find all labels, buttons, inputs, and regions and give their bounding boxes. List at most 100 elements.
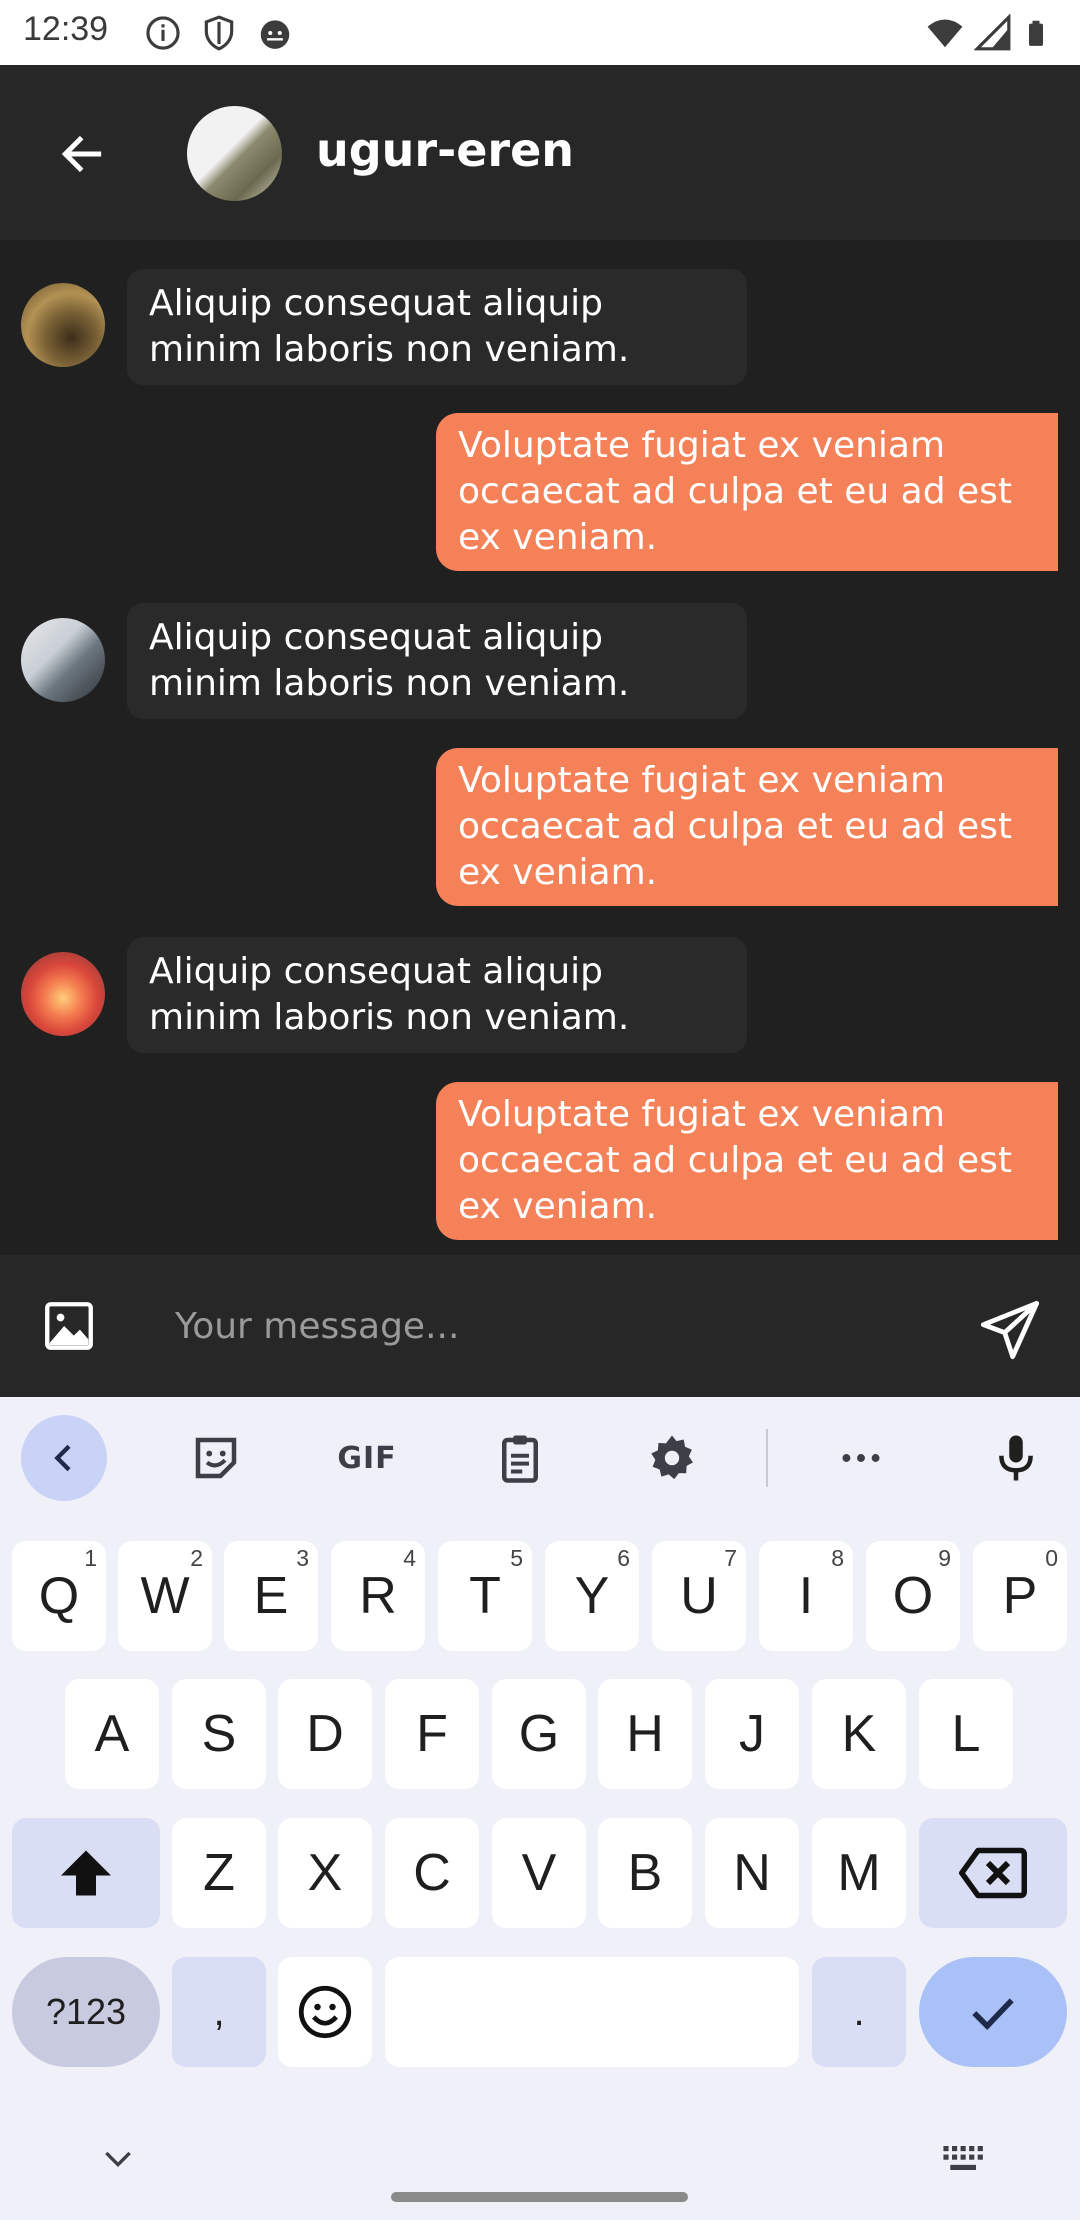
outgoing-message[interactable]: Voluptate fugiat ex veniam occaecat ad c… xyxy=(436,1082,1058,1240)
comma-key[interactable]: , xyxy=(172,1957,266,2067)
chevron-down-icon xyxy=(105,2151,131,2168)
key-label: O xyxy=(892,1567,934,1625)
key-r[interactable]: R4 xyxy=(331,1541,425,1651)
sender-avatar[interactable] xyxy=(21,952,105,1036)
app-bar: ugur-eren xyxy=(0,65,1080,240)
image-icon xyxy=(45,1302,93,1350)
toolbar-divider xyxy=(766,1429,768,1487)
status-bar: 12:39 xyxy=(0,0,1080,65)
key-v[interactable]: V xyxy=(492,1818,586,1928)
contact-name[interactable]: ugur-eren xyxy=(316,123,574,177)
mic-icon xyxy=(999,1435,1033,1481)
gif-button[interactable]: GIF xyxy=(324,1415,410,1501)
switch-keyboard-button[interactable] xyxy=(940,2138,988,2178)
shift-icon xyxy=(61,1850,111,1896)
key-m[interactable]: M xyxy=(812,1818,906,1928)
key-label: R xyxy=(359,1567,397,1625)
incoming-message[interactable]: Aliquip consequat aliquip minim laboris … xyxy=(127,269,747,385)
key-z[interactable]: Z xyxy=(172,1818,266,1928)
backspace-icon xyxy=(959,1847,1027,1899)
hide-keyboard-button[interactable] xyxy=(98,2138,138,2178)
keyboard-collapse-button[interactable] xyxy=(21,1415,107,1501)
voice-input-button[interactable] xyxy=(973,1415,1059,1501)
key-hint: 0 xyxy=(1045,1545,1058,1571)
key-hint: 3 xyxy=(296,1545,309,1571)
sender-avatar[interactable] xyxy=(21,618,105,702)
incoming-message[interactable]: Aliquip consequat aliquip minim laboris … xyxy=(127,603,747,719)
outgoing-message[interactable]: Voluptate fugiat ex veniam occaecat ad c… xyxy=(436,748,1058,906)
clipboard-icon xyxy=(502,1435,538,1483)
enter-key[interactable] xyxy=(919,1957,1067,2067)
key-a[interactable]: A xyxy=(65,1679,159,1789)
key-u[interactable]: U7 xyxy=(652,1541,746,1651)
key-g[interactable]: G xyxy=(492,1679,586,1789)
shift-key[interactable] xyxy=(12,1818,160,1928)
message-input[interactable] xyxy=(160,1285,920,1367)
key-w[interactable]: W2 xyxy=(118,1541,212,1651)
period-key[interactable]: . xyxy=(812,1957,906,2067)
key-label: U xyxy=(680,1567,718,1625)
key-t[interactable]: T5 xyxy=(438,1541,532,1651)
key-c[interactable]: C xyxy=(385,1818,479,1928)
key-hint: 5 xyxy=(510,1545,523,1571)
key-label: P xyxy=(1002,1567,1038,1625)
key-hint: 9 xyxy=(938,1545,951,1571)
header-avatar[interactable] xyxy=(187,106,282,201)
wifi-icon xyxy=(927,19,963,48)
gesture-handle[interactable] xyxy=(391,2192,688,2202)
key-j[interactable]: J xyxy=(705,1679,799,1789)
space-key[interactable] xyxy=(385,1957,799,2067)
keyboard-icon xyxy=(943,2146,983,2170)
symbols-key[interactable]: ?123 xyxy=(12,1957,160,2067)
attach-image-button[interactable] xyxy=(38,1295,100,1357)
back-button[interactable] xyxy=(50,122,114,186)
navigation-area xyxy=(0,2110,1080,2220)
key-label: T xyxy=(469,1567,501,1625)
status-icons-left xyxy=(144,14,294,52)
key-y[interactable]: Y6 xyxy=(545,1541,639,1651)
key-hint: 2 xyxy=(190,1545,203,1571)
key-p[interactable]: P0 xyxy=(973,1541,1067,1651)
incoming-message[interactable]: Aliquip consequat aliquip minim laboris … xyxy=(127,937,747,1053)
settings-icon xyxy=(651,1435,693,1480)
key-n[interactable]: N xyxy=(705,1818,799,1928)
key-hint: 6 xyxy=(617,1545,630,1571)
outgoing-message[interactable]: Voluptate fugiat ex veniam occaecat ad c… xyxy=(436,413,1058,571)
sticker-button[interactable] xyxy=(173,1415,259,1501)
emoji-key[interactable] xyxy=(278,1957,372,2067)
android-debug-icon xyxy=(260,20,290,49)
key-s[interactable]: S xyxy=(172,1679,266,1789)
keyboard-toolbar: GIF xyxy=(0,1397,1080,1517)
send-button[interactable] xyxy=(975,1295,1045,1365)
more-options-button[interactable] xyxy=(818,1415,904,1501)
key-hint: 8 xyxy=(831,1545,844,1571)
keyboard-settings-button[interactable] xyxy=(629,1415,715,1501)
key-label: W xyxy=(140,1567,190,1625)
key-l[interactable]: L xyxy=(919,1679,1013,1789)
chat-messages[interactable]: Aliquip consequat aliquip minim laboris … xyxy=(0,240,1080,1255)
backspace-key[interactable] xyxy=(919,1818,1067,1928)
key-k[interactable]: K xyxy=(812,1679,906,1789)
message-composer xyxy=(0,1255,1080,1397)
key-label: I xyxy=(798,1567,814,1625)
sender-avatar[interactable] xyxy=(21,283,105,367)
chevron-left-icon xyxy=(54,1444,71,1472)
key-i[interactable]: I8 xyxy=(759,1541,853,1651)
key-h[interactable]: H xyxy=(598,1679,692,1789)
checkmark-icon xyxy=(972,1998,1014,2031)
key-o[interactable]: O9 xyxy=(866,1541,960,1651)
clipboard-button[interactable] xyxy=(477,1415,563,1501)
gif-icon: GIF xyxy=(337,1440,397,1476)
key-f[interactable]: F xyxy=(385,1679,479,1789)
cell-signal-icon xyxy=(974,14,1011,51)
info-icon xyxy=(146,16,180,50)
key-q[interactable]: Q1 xyxy=(12,1541,106,1651)
key-e[interactable]: E3 xyxy=(224,1541,318,1651)
key-b[interactable]: B xyxy=(598,1818,692,1928)
status-time: 12:39 xyxy=(23,10,109,48)
key-hint: 7 xyxy=(724,1545,737,1571)
key-x[interactable]: X xyxy=(278,1818,372,1928)
key-d[interactable]: D xyxy=(278,1679,372,1789)
sticker-icon xyxy=(195,1437,237,1479)
key-label: E xyxy=(253,1567,289,1625)
